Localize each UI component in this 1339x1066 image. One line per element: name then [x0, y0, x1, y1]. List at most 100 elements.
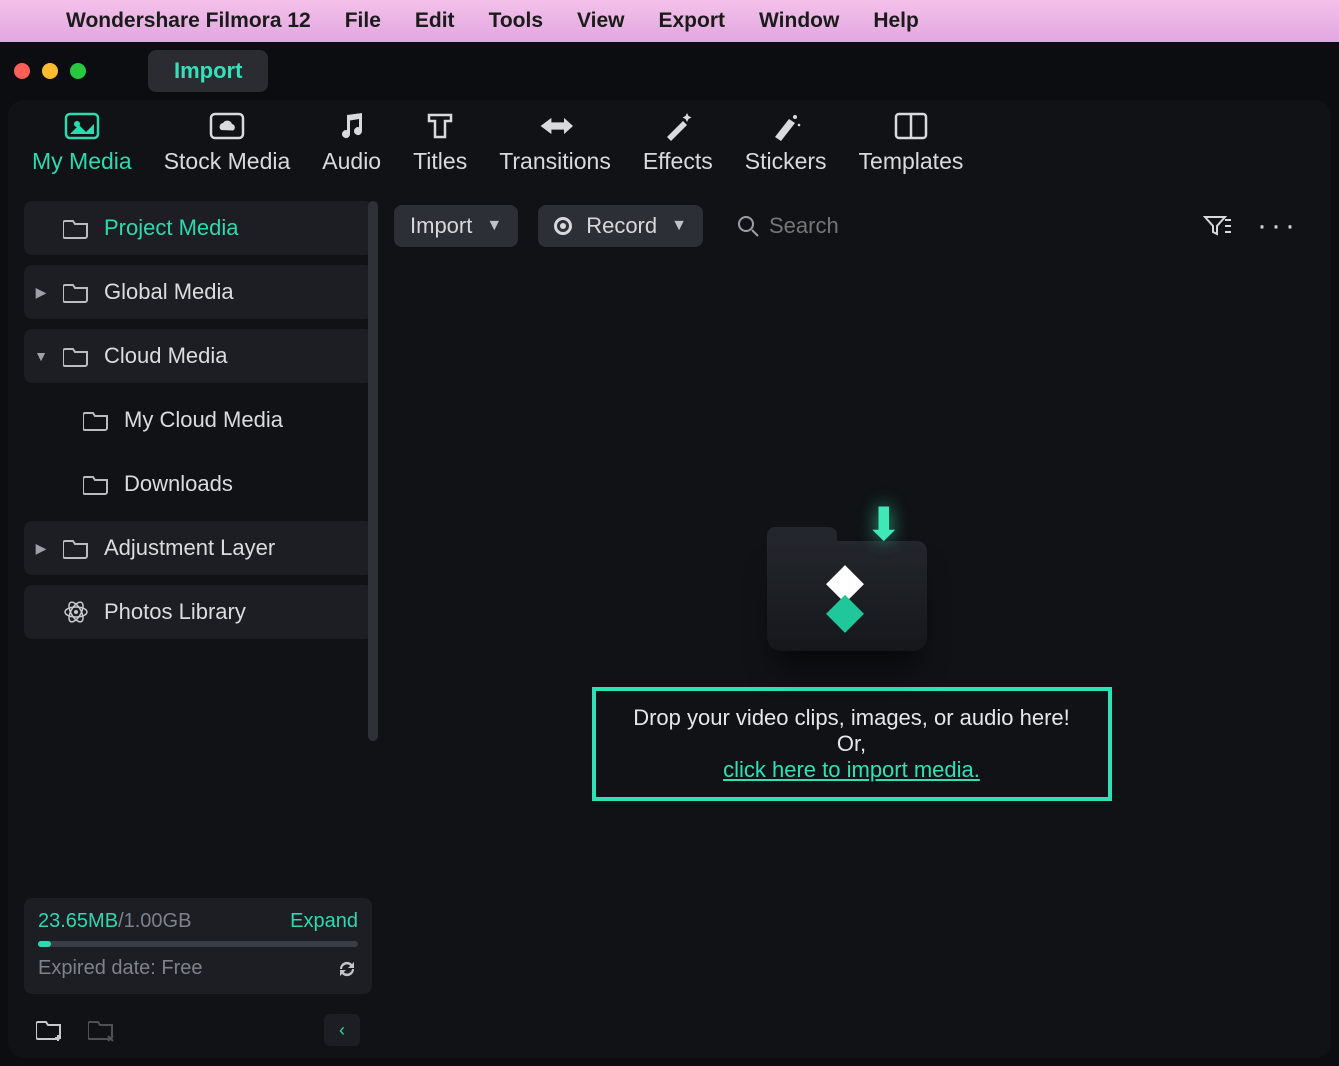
media-drop-zone[interactable]: ⬇ Drop your video clips, images, or audi… — [390, 263, 1313, 1040]
import-label: Import — [410, 213, 472, 239]
atom-icon — [62, 599, 90, 625]
sidebar-item-downloads[interactable]: Downloads — [24, 457, 372, 511]
filter-icon[interactable] — [1203, 214, 1231, 238]
close-window-button[interactable] — [14, 63, 30, 79]
chevron-left-icon: ‹ — [339, 1020, 345, 1041]
tab-titles[interactable]: Titles — [413, 112, 467, 175]
menubar-export[interactable]: Export — [659, 9, 726, 33]
template-icon — [893, 112, 929, 140]
sidebar-item-my-cloud-media[interactable]: My Cloud Media — [24, 393, 372, 447]
delete-folder-icon[interactable] — [88, 1018, 116, 1042]
folder-icon — [82, 473, 110, 495]
storage-card: 23.65MB/1.00GB Expand Expired date: Free — [24, 898, 372, 994]
new-folder-icon[interactable] — [36, 1018, 64, 1042]
tab-audio[interactable]: Audio — [322, 112, 381, 175]
window-traffic-lights — [14, 63, 86, 79]
primary-tab-bar: My Media Stock Media Audio Titles — [8, 100, 1331, 193]
spacer — [34, 220, 48, 236]
storage-expand-link[interactable]: Expand — [290, 910, 358, 933]
import-mode-chip[interactable]: Import — [148, 50, 268, 92]
tab-label: Effects — [643, 148, 713, 175]
more-icon[interactable]: ··· — [1251, 209, 1305, 243]
menubar-view[interactable]: View — [577, 9, 624, 33]
record-icon — [554, 217, 572, 235]
tab-label: Transitions — [499, 148, 611, 175]
search-input[interactable] — [769, 213, 989, 239]
disclosure-right-icon[interactable]: ▶ — [34, 540, 48, 557]
minimize-window-button[interactable] — [42, 63, 58, 79]
sidebar-item-label: Downloads — [124, 471, 233, 497]
media-icon — [64, 112, 100, 140]
spacer — [34, 604, 48, 620]
text-icon — [422, 112, 458, 140]
tab-label: Stickers — [745, 148, 827, 175]
tab-label: Titles — [413, 148, 467, 175]
import-dropdown[interactable]: Import ▼ — [394, 205, 518, 247]
app-content: My Media Stock Media Audio Titles — [8, 100, 1331, 1058]
sidebar-item-photos-library[interactable]: Photos Library — [24, 585, 372, 639]
folder-icon — [62, 281, 90, 303]
media-sidebar: Project Media ▶ Global Media ▼ Cloud Med… — [8, 193, 380, 1058]
mac-menubar: Wondershare Filmora 12 File Edit Tools V… — [0, 0, 1339, 42]
tab-label: My Media — [32, 148, 132, 175]
tab-label: Audio — [322, 148, 381, 175]
workspace: Project Media ▶ Global Media ▼ Cloud Med… — [8, 193, 1331, 1058]
cloud-icon — [209, 112, 245, 140]
record-label: Record — [586, 213, 657, 239]
tab-my-media[interactable]: My Media — [32, 112, 132, 175]
sidebar-scrollbar[interactable] — [368, 201, 378, 741]
sidebar-item-label: Photos Library — [104, 599, 246, 625]
download-arrow-icon: ⬇ — [865, 497, 904, 551]
menubar-app-name[interactable]: Wondershare Filmora 12 — [66, 9, 311, 33]
record-dropdown[interactable]: Record ▼ — [538, 205, 703, 247]
tab-label: Stock Media — [164, 148, 291, 175]
menubar-edit[interactable]: Edit — [415, 9, 455, 33]
menubar-file[interactable]: File — [345, 9, 381, 33]
wand-icon — [660, 112, 696, 140]
transition-icon — [537, 112, 573, 140]
tab-stock-media[interactable]: Stock Media — [164, 112, 291, 175]
tab-stickers[interactable]: Stickers — [745, 112, 827, 175]
chevron-down-icon: ▼ — [671, 217, 687, 235]
sidebar-item-cloud-media[interactable]: ▼ Cloud Media — [24, 329, 372, 383]
search-icon — [737, 215, 759, 237]
sidebar-item-adjustment-layer[interactable]: ▶ Adjustment Layer — [24, 521, 372, 575]
collapse-sidebar-button[interactable]: ‹ — [324, 1014, 360, 1046]
import-media-link[interactable]: click here to import media. — [723, 757, 980, 782]
sidebar-item-global-media[interactable]: ▶ Global Media — [24, 265, 372, 319]
refresh-icon[interactable] — [336, 958, 358, 980]
disclosure-right-icon[interactable]: ▶ — [34, 284, 48, 301]
menubar-help[interactable]: Help — [873, 9, 919, 33]
window-titlebar: Import — [0, 42, 1339, 100]
menubar-window[interactable]: Window — [759, 9, 839, 33]
search-field[interactable] — [737, 213, 989, 239]
folder-icon — [62, 537, 90, 559]
music-icon — [334, 112, 370, 140]
sidebar-item-label: Global Media — [104, 279, 234, 305]
tab-transitions[interactable]: Transitions — [499, 112, 611, 175]
chevron-down-icon: ▼ — [486, 217, 502, 235]
sidebar-item-label: Adjustment Layer — [104, 535, 275, 561]
sidebar-item-label: My Cloud Media — [124, 407, 283, 433]
folder-icon — [62, 345, 90, 367]
app-window: Import My Media Stock Media Audio — [0, 42, 1339, 1066]
menubar-tools[interactable]: Tools — [489, 9, 543, 33]
storage-usage: 23.65MB/1.00GB — [38, 910, 191, 933]
sticker-icon — [768, 112, 804, 140]
folder-icon — [62, 217, 90, 239]
storage-progress-bar — [38, 941, 358, 947]
drop-instruction-text: Drop your video clips, images, or audio … — [633, 705, 1070, 756]
storage-used: 23.65MB — [38, 910, 118, 932]
sidebar-item-label: Cloud Media — [104, 343, 228, 369]
storage-total: /1.00GB — [118, 910, 191, 932]
tab-effects[interactable]: Effects — [643, 112, 713, 175]
sidebar-item-label: Project Media — [104, 215, 239, 241]
tab-templates[interactable]: Templates — [859, 112, 964, 175]
media-main-panel: Import ▼ Record ▼ — [380, 193, 1331, 1058]
drop-instruction-box: Drop your video clips, images, or audio … — [592, 687, 1112, 801]
folder-icon — [82, 409, 110, 431]
media-toolbar: Import ▼ Record ▼ — [390, 201, 1313, 263]
disclosure-down-icon[interactable]: ▼ — [34, 348, 48, 364]
maximize-window-button[interactable] — [70, 63, 86, 79]
sidebar-item-project-media[interactable]: Project Media — [24, 201, 372, 255]
